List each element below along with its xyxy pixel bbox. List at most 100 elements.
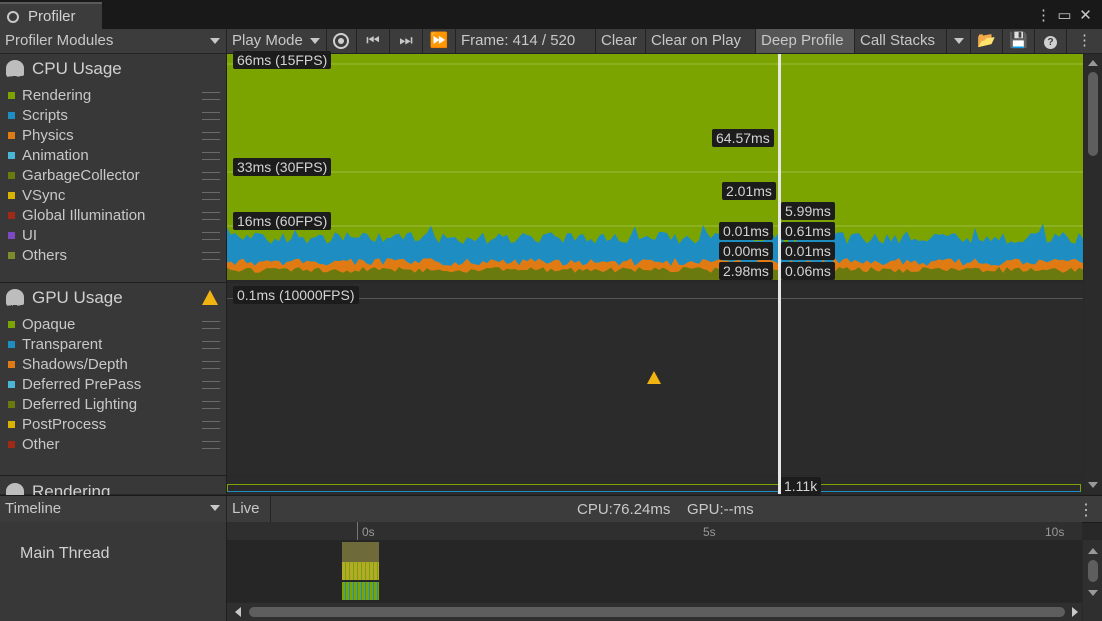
cpu-module-header[interactable]: CPU CPU Usage (6, 59, 122, 79)
gpu-legend-item[interactable]: Transparent (8, 335, 220, 355)
drag-handle-icon[interactable] (202, 341, 220, 349)
main-thread-label[interactable]: Main Thread (20, 545, 110, 563)
drag-handle-icon[interactable] (202, 361, 220, 369)
value-label-right-2: 0.61ms (781, 222, 835, 240)
profiler-modules-dropdown[interactable]: Profiler Modules (0, 29, 227, 53)
live-toggle[interactable]: Live (227, 496, 271, 522)
drag-handle-icon[interactable] (202, 401, 220, 409)
gpu-legend-item[interactable]: Deferred Lighting (8, 395, 220, 415)
details-toolbar: Timeline Live CPU:76.24ms GPU:--ms ⋮ (0, 495, 1102, 523)
scroll-down-icon[interactable] (1088, 482, 1098, 488)
call-stacks-dropdown[interactable] (947, 29, 971, 53)
gpu-legend-item[interactable]: Shadows/Depth (8, 355, 220, 375)
open-folder-icon: 📂 (977, 32, 996, 49)
cpu-legend-item[interactable]: Global Illumination (8, 206, 220, 226)
view-type-dropdown[interactable]: Timeline (0, 496, 227, 522)
clear-on-play-toggle[interactable]: Clear on Play (646, 29, 756, 53)
cpu-legend-item[interactable]: GarbageCollector (8, 166, 220, 186)
legend-color-swatch (8, 152, 15, 159)
value-label-right-1: 5.99ms (781, 202, 835, 220)
drag-handle-icon[interactable] (202, 421, 220, 429)
timeline-sample-block[interactable] (342, 562, 379, 580)
timeline-hscroll-thumb[interactable] (249, 607, 1065, 617)
drag-handle-icon[interactable] (202, 321, 220, 329)
gpu-module-header[interactable]: GPU GPU Usage (6, 288, 218, 308)
drag-handle-icon[interactable] (202, 152, 220, 160)
details-more-icon[interactable]: ⋮ (1078, 500, 1094, 520)
drag-handle-icon[interactable] (202, 132, 220, 140)
scroll-up-icon[interactable] (1088, 60, 1098, 66)
timeline-sample-block[interactable] (342, 582, 379, 600)
drag-handle-icon[interactable] (202, 232, 220, 240)
legend-color-swatch (8, 232, 15, 239)
gpu-usage-chart[interactable]: 0.1ms (10000FPS) (227, 283, 1083, 475)
gpu-legend-item[interactable]: Other (8, 435, 220, 455)
timeline-frame-sample[interactable] (342, 542, 379, 562)
drag-handle-icon[interactable] (202, 252, 220, 260)
legend-label: Physics (22, 127, 74, 144)
record-button[interactable] (327, 29, 357, 53)
gpu-legend-item[interactable]: PostProcess (8, 415, 220, 435)
cpu-legend-item[interactable]: Scripts (8, 106, 220, 126)
legend-label: Opaque (22, 316, 76, 333)
legend-label: PostProcess (22, 416, 107, 433)
more-vert-icon[interactable]: ⋮ (1033, 6, 1054, 24)
drag-handle-icon[interactable] (202, 441, 220, 449)
previous-frame-button[interactable]: ⏮ (357, 29, 390, 53)
legend-color-swatch (8, 132, 15, 139)
drag-handle-icon[interactable] (202, 381, 220, 389)
drag-handle-icon[interactable] (202, 192, 220, 200)
value-label-right-4: 0.06ms (781, 262, 835, 280)
value-label-physics: 0.01ms (719, 222, 773, 240)
play-mode-dropdown[interactable]: Play Mode (227, 29, 327, 53)
cpu-legend-item[interactable]: Physics (8, 126, 220, 146)
cpu-legend-item[interactable]: Animation (8, 146, 220, 166)
charts-scrollbar-thumb[interactable] (1088, 72, 1098, 156)
save-icon: 💾 (1009, 32, 1028, 49)
cpu-legend-item[interactable]: VSync (8, 186, 220, 206)
legend-color-swatch (8, 421, 15, 428)
next-frame-button[interactable]: ⏭ (390, 29, 423, 53)
call-stacks-toggle[interactable]: Call Stacks (855, 29, 947, 53)
gpu-legend-item[interactable]: Opaque (8, 315, 220, 335)
toolbar-more-button[interactable]: ⋮ (1067, 29, 1102, 53)
current-frame-button[interactable]: ⏩ (423, 29, 456, 53)
legend-color-swatch (8, 172, 15, 179)
save-button[interactable]: 💾 (1003, 29, 1035, 53)
deep-profile-toggle[interactable]: Deep Profile (756, 29, 855, 53)
legend-color-swatch (8, 112, 15, 119)
close-icon[interactable]: ✕ (1075, 6, 1096, 24)
drag-handle-icon[interactable] (202, 172, 220, 180)
drag-handle-icon[interactable] (202, 112, 220, 120)
gpu-legend-item[interactable]: Deferred PrePass (8, 375, 220, 395)
warning-icon[interactable] (202, 290, 218, 305)
clear-button[interactable]: Clear (596, 29, 646, 53)
timeline-vertical-scrollbar[interactable] (1083, 540, 1102, 621)
module-legend-panel: CPU CPU Usage Rendering Scripts Physics Anim… (0, 54, 227, 501)
timeline-vscroll-thumb[interactable] (1088, 560, 1098, 582)
cpu-legend-item[interactable]: Others (8, 246, 220, 266)
cpu-legend-item[interactable]: UI (8, 226, 220, 246)
maximize-icon[interactable]: ▭ (1054, 6, 1075, 24)
help-button[interactable]: ? (1035, 29, 1067, 53)
timeline-ruler[interactable]: 0s 5s 10s (227, 522, 1082, 540)
load-button[interactable]: 📂 (971, 29, 1003, 53)
legend-color-swatch (8, 361, 15, 368)
legend-label: Other (22, 436, 60, 453)
legend-label: Deferred Lighting (22, 396, 138, 413)
rendering-chart[interactable]: 1.11k (227, 476, 1083, 495)
value-label-scripts: 2.01ms (722, 182, 776, 200)
profiler-tab[interactable]: Profiler (0, 2, 102, 29)
scroll-up-icon[interactable] (1088, 548, 1098, 554)
scroll-right-icon[interactable] (1072, 607, 1078, 617)
drag-handle-icon[interactable] (202, 92, 220, 100)
legend-label: GarbageCollector (22, 167, 140, 184)
profiler-tab-label: Profiler (28, 8, 76, 25)
scroll-down-icon[interactable] (1088, 590, 1098, 596)
scroll-left-icon[interactable] (235, 607, 241, 617)
drag-handle-icon[interactable] (202, 212, 220, 220)
timeline-view[interactable] (227, 540, 1082, 602)
cpu-usage-chart[interactable]: 66ms (15FPS) 33ms (30FPS) 16ms (60FPS) 6… (227, 51, 1083, 280)
cpu-legend-item[interactable]: Rendering (8, 86, 220, 106)
selected-frame-marker[interactable] (778, 54, 781, 494)
